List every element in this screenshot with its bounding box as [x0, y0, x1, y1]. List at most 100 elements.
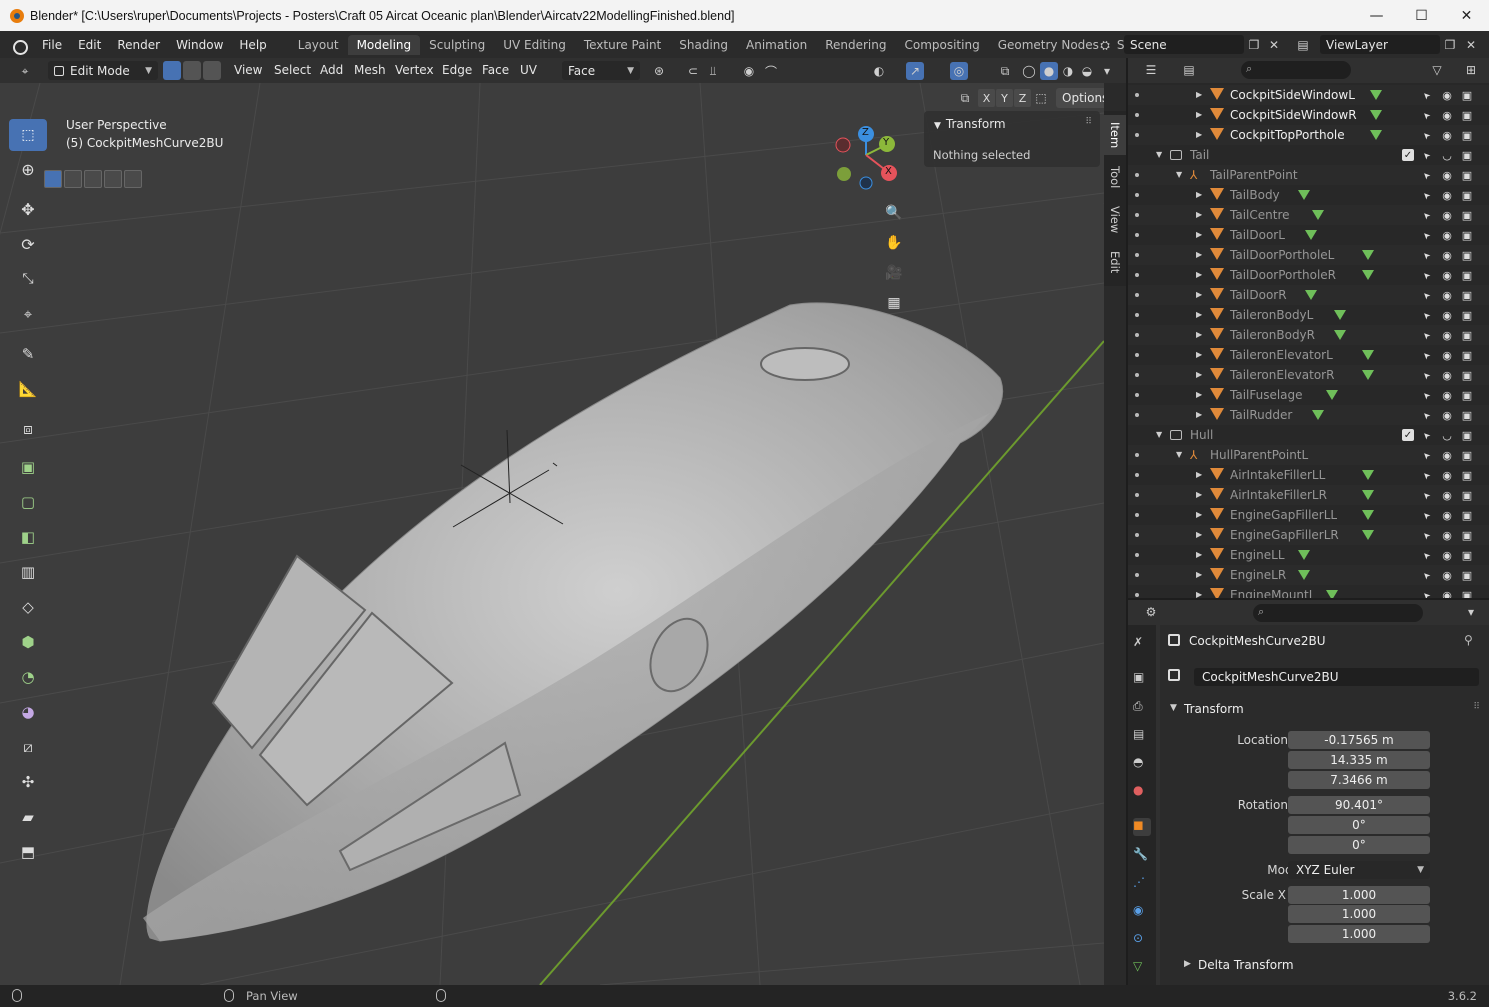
- properties-options-icon[interactable]: ▾: [1462, 603, 1480, 621]
- bevel-tool[interactable]: ◧: [9, 521, 47, 553]
- vertex-select-button[interactable]: [163, 61, 181, 80]
- measure-tool[interactable]: 📐: [9, 373, 47, 405]
- chevron-right-icon[interactable]: ▶: [1196, 410, 1202, 419]
- camera-render-icon[interactable]: ▣: [1460, 188, 1474, 202]
- chevron-right-icon[interactable]: ▶: [1196, 310, 1202, 319]
- world-tab-icon[interactable]: ●: [1133, 783, 1151, 801]
- tab-texture-paint[interactable]: Texture Paint: [575, 35, 670, 55]
- outliner-row[interactable]: ▼ ⅄ TailParentPoint ➤ ◉ ▣: [1128, 165, 1489, 185]
- eye-icon[interactable]: ◉: [1440, 228, 1454, 242]
- tab-layout[interactable]: Layout: [289, 35, 348, 55]
- camera-render-icon[interactable]: ▣: [1460, 128, 1474, 142]
- tab-view[interactable]: View: [1104, 199, 1126, 241]
- pin-icon[interactable]: ⚲: [1464, 633, 1473, 647]
- outliner-row[interactable]: ▶ TaileronBodyL ➤ ◉ ▣: [1128, 305, 1489, 325]
- camera-render-icon[interactable]: ▣: [1460, 508, 1474, 522]
- camera-render-icon[interactable]: ▣: [1460, 428, 1474, 442]
- camera-render-icon[interactable]: ▣: [1460, 88, 1474, 102]
- scene-selector[interactable]: Scene: [1124, 35, 1244, 54]
- move-tool[interactable]: ✥: [9, 193, 47, 225]
- selectable-arrow-icon[interactable]: ➤: [1417, 125, 1437, 145]
- menu-face[interactable]: Face: [482, 63, 509, 77]
- chevron-right-icon[interactable]: ▶: [1196, 210, 1202, 219]
- camera-render-icon[interactable]: ▣: [1460, 548, 1474, 562]
- shrink-fatten-tool[interactable]: ✣: [9, 766, 47, 798]
- mesh-data-icon[interactable]: [1312, 210, 1324, 220]
- overlay-toggle-icon[interactable]: ◎: [950, 62, 968, 80]
- delete-view-layer-icon[interactable]: ✕: [1462, 36, 1480, 54]
- selectable-arrow-icon[interactable]: ➤: [1417, 445, 1437, 465]
- inset-tool[interactable]: ▢: [9, 486, 47, 518]
- close-button[interactable]: ✕: [1444, 0, 1489, 31]
- options-dropdown[interactable]: Options▼: [1056, 88, 1104, 108]
- eye-icon[interactable]: ◉: [1440, 588, 1454, 599]
- scale-tool[interactable]: ⤡: [9, 263, 47, 295]
- menu-window[interactable]: Window: [168, 38, 231, 52]
- camera-render-icon[interactable]: ▣: [1460, 148, 1474, 162]
- mesh-symmetry-icon[interactable]: ⬚: [1032, 89, 1050, 107]
- outliner-row[interactable]: ▶ CockpitTopPorthole ➤ ◉ ▣: [1128, 125, 1489, 145]
- selectable-arrow-icon[interactable]: ➤: [1417, 105, 1437, 125]
- menu-uv[interactable]: UV: [520, 63, 537, 77]
- eye-icon[interactable]: ◉: [1440, 168, 1454, 182]
- outliner-row[interactable]: ▶ TailRudder ➤ ◉ ▣: [1128, 405, 1489, 425]
- edge-select-button[interactable]: [183, 61, 201, 80]
- chevron-right-icon[interactable]: ▶: [1196, 510, 1202, 519]
- edge-slide-tool[interactable]: ⧄: [9, 731, 47, 763]
- selectable-arrow-icon[interactable]: ➤: [1417, 485, 1437, 505]
- outliner-row[interactable]: ▼ Tail ✓ ➤ ◡ ▣: [1128, 145, 1489, 165]
- exclude-icon[interactable]: ◡: [1440, 148, 1454, 162]
- outliner-row[interactable]: ▶ TailDoorR ➤ ◉ ▣: [1128, 285, 1489, 305]
- outliner-row[interactable]: ▶ EngineMountL ➤ ◉ ▣: [1128, 585, 1489, 598]
- selectable-arrow-icon[interactable]: ➤: [1417, 325, 1437, 345]
- outliner-row[interactable]: ▶ TailBody ➤ ◉ ▣: [1128, 185, 1489, 205]
- outliner-row[interactable]: ▼ ⅄ HullParentPointL ➤ ◉ ▣: [1128, 445, 1489, 465]
- camera-render-icon[interactable]: ▣: [1460, 288, 1474, 302]
- eye-icon[interactable]: ◉: [1440, 308, 1454, 322]
- mesh-data-icon[interactable]: [1312, 410, 1324, 420]
- object-name-field[interactable]: CockpitMeshCurve2BU: [1194, 668, 1479, 686]
- camera-render-icon[interactable]: ▣: [1460, 328, 1474, 342]
- annotate-tool[interactable]: ✎: [9, 338, 47, 370]
- camera-render-icon[interactable]: ▣: [1460, 308, 1474, 322]
- tab-geometry-nodes[interactable]: Geometry Nodes: [989, 35, 1108, 55]
- camera-render-icon[interactable]: ▣: [1460, 588, 1474, 599]
- scale-z-field[interactable]: 1.000: [1288, 925, 1430, 943]
- add-cube-tool[interactable]: ⧈: [9, 413, 47, 445]
- eye-icon[interactable]: ◉: [1440, 408, 1454, 422]
- eye-icon[interactable]: ◉: [1440, 208, 1454, 222]
- visibility-icon[interactable]: ◐: [870, 62, 888, 80]
- loop-cut-tool[interactable]: ▥: [9, 556, 47, 588]
- chevron-down-icon[interactable]: ▼: [1176, 170, 1182, 179]
- scene-tab-icon[interactable]: ◓: [1133, 755, 1151, 773]
- object-tab-icon[interactable]: ◼: [1133, 818, 1151, 836]
- view-layer-icon[interactable]: ▤: [1294, 36, 1312, 54]
- tab-animation[interactable]: Animation: [737, 35, 816, 55]
- selectable-arrow-icon[interactable]: ➤: [1417, 465, 1437, 485]
- n-panel-transform-header[interactable]: ▼ Transform: [934, 117, 1006, 131]
- menu-mesh[interactable]: Mesh: [354, 63, 386, 77]
- camera-render-icon[interactable]: ▣: [1460, 208, 1474, 222]
- menu-add[interactable]: Add: [320, 63, 343, 77]
- mesh-data-icon[interactable]: [1369, 110, 1382, 120]
- smooth-tool[interactable]: ◕: [9, 696, 47, 728]
- new-collection-icon[interactable]: ⊞: [1462, 61, 1480, 79]
- tab-shading[interactable]: Shading: [670, 35, 737, 55]
- pan-button[interactable]: ✋: [880, 229, 908, 257]
- delete-scene-icon[interactable]: ✕: [1265, 36, 1283, 54]
- tab-uv-editing[interactable]: UV Editing: [494, 35, 575, 55]
- menu-file[interactable]: File: [34, 38, 70, 52]
- view-layer-tab-icon[interactable]: ▤: [1133, 727, 1151, 745]
- menu-edit[interactable]: Edit: [70, 38, 109, 52]
- location-x-field[interactable]: -0.17565 m: [1288, 731, 1430, 749]
- face-select-button[interactable]: [203, 61, 221, 80]
- eye-icon[interactable]: ◉: [1440, 368, 1454, 382]
- scale-y-field[interactable]: 1.000: [1288, 905, 1430, 923]
- outliner-row[interactable]: ▼ Hull ✓ ➤ ◡ ▣: [1128, 425, 1489, 445]
- outliner-row[interactable]: ▶ TailDoorPortholeR ➤ ◉ ▣: [1128, 265, 1489, 285]
- selectable-arrow-icon[interactable]: ➤: [1417, 285, 1437, 305]
- tab-compositing[interactable]: Compositing: [895, 35, 988, 55]
- rotation-x-field[interactable]: 90.401°: [1288, 796, 1430, 814]
- outliner-row[interactable]: ▶ TailDoorPortholeL ➤ ◉ ▣: [1128, 245, 1489, 265]
- particles-tab-icon[interactable]: ⋰: [1133, 875, 1151, 893]
